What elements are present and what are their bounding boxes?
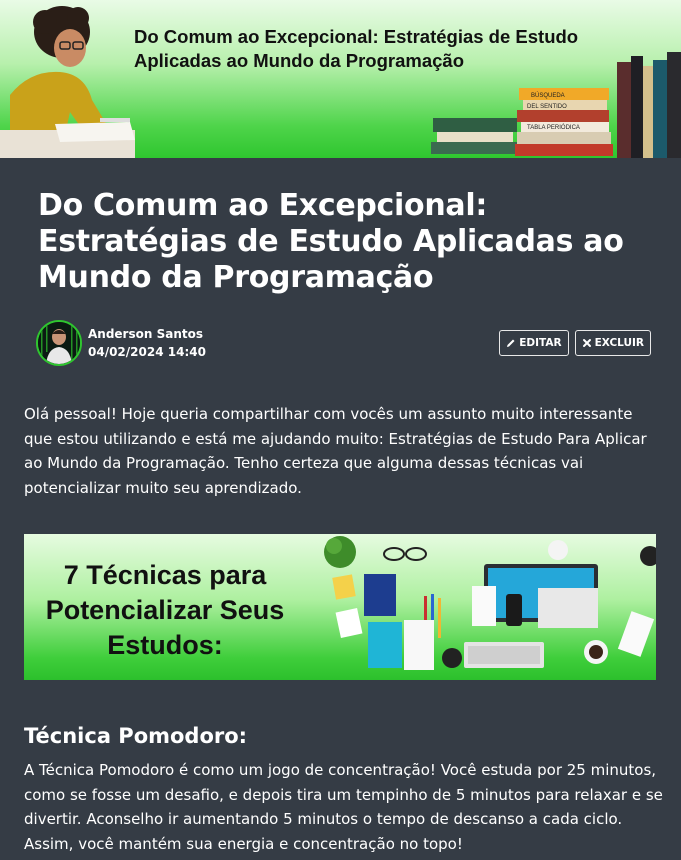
author-name[interactable]: Anderson Santos: [88, 325, 206, 343]
desk-items-illustration: [324, 536, 656, 670]
delete-button-label: EXCLUIR: [594, 337, 644, 349]
book-spine-text: TABLA PERIÓDICA: [527, 124, 580, 131]
avatar[interactable]: [36, 320, 82, 366]
article-title: Do Comum ao Excepcional: Estratégias de …: [38, 188, 624, 295]
pencil-icon: [507, 339, 515, 347]
edit-button-label: EDITAR: [519, 337, 562, 349]
avatar-image: [38, 322, 80, 364]
article-meta: Anderson Santos 04/02/2024 14:40 EDITAR …: [24, 320, 657, 366]
books-illustration: BÚSQUEDA DEL SENTIDO TABLA PERIÓDICA: [431, 52, 681, 158]
book-spine-text: BÚSQUEDA: [531, 92, 565, 99]
header-banner: Do Comum ao Excepcional: Estratégias de …: [0, 0, 681, 158]
post-date: 04/02/2024 14:40: [88, 345, 206, 359]
close-icon: [582, 339, 591, 347]
promo-banner: 7 Técnicas para Potencializar Seus Estud…: [24, 534, 656, 680]
promo-text: 7 Técnicas para Potencializar Seus Estud…: [45, 560, 285, 660]
delete-button[interactable]: EXCLUIR: [574, 330, 651, 356]
student-illustration: [0, 6, 135, 158]
book-spine-text: DEL SENTIDO: [527, 104, 567, 110]
section-title: Técnica Pomodoro:: [24, 724, 248, 748]
section-body: A Técnica Pomodoro é como um jogo de con…: [24, 761, 663, 853]
edit-button[interactable]: EDITAR: [499, 330, 569, 356]
article-intro: Olá pessoal! Hoje queria compartilhar co…: [24, 405, 647, 497]
